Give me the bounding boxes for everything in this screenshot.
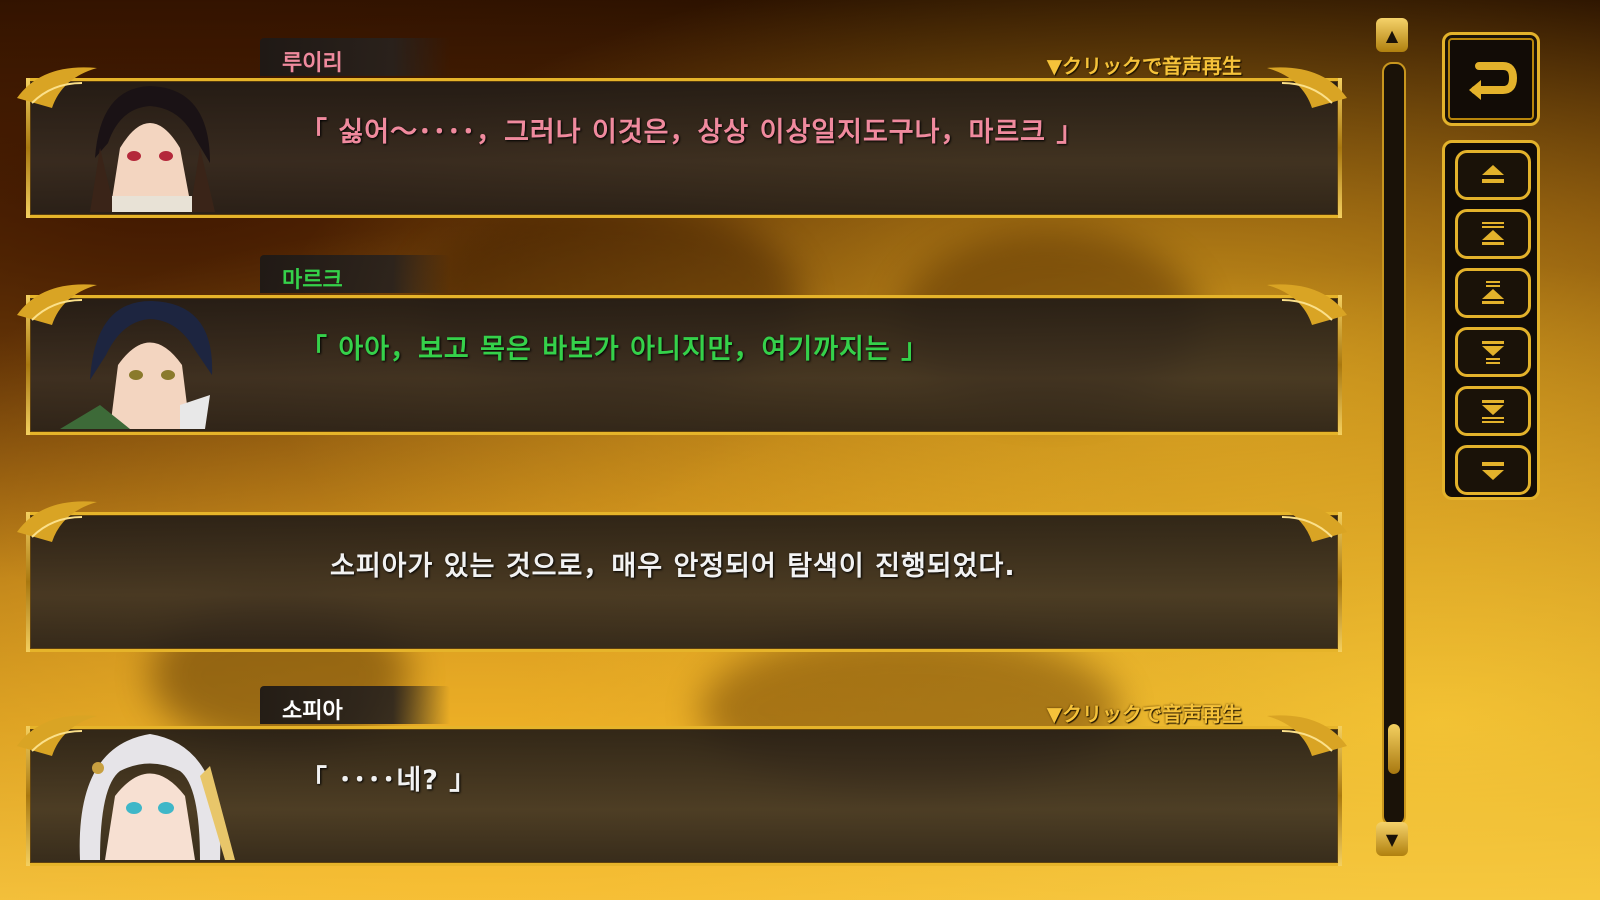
ornament-corner-icon bbox=[12, 492, 102, 552]
page-up-icon bbox=[1482, 222, 1504, 245]
line-down-button[interactable] bbox=[1455, 327, 1531, 377]
ornament-corner-icon bbox=[12, 706, 102, 766]
scroll-top-button[interactable] bbox=[1455, 150, 1531, 200]
speaker-nameplate: 마르크 bbox=[260, 255, 450, 293]
speaker-nameplate: 루이리 bbox=[260, 38, 450, 76]
speaker-name: 소피아 bbox=[282, 699, 343, 724]
return-arrow-icon bbox=[1469, 62, 1518, 100]
scroll-bottom-icon bbox=[1482, 462, 1504, 480]
scroll-bottom-button[interactable] bbox=[1455, 445, 1531, 495]
line-down-icon bbox=[1482, 341, 1504, 364]
ornament-corner-icon bbox=[12, 58, 102, 118]
ornament-corner-icon bbox=[1262, 492, 1352, 552]
scroll-thumb[interactable] bbox=[1388, 724, 1400, 774]
scroll-up-arrow-icon[interactable]: ▲ bbox=[1376, 18, 1408, 52]
ornament-corner-icon bbox=[1262, 58, 1352, 118]
dialogue-text: 「 아아，보고 목은 바보가 아니지만，여기까지는 」 bbox=[300, 334, 930, 365]
line-up-button[interactable] bbox=[1455, 268, 1531, 318]
log-navigation-panel bbox=[1442, 140, 1540, 500]
log-entry-1[interactable]: 루이리 ▼クリックで音声再生 「 싫어～････，그러나 이것은，상상 이상일지… bbox=[0, 38, 1380, 228]
voice-playback-link[interactable]: ▼クリックで音声再生 bbox=[1047, 698, 1242, 727]
log-entry-2[interactable]: 마르크 「 아아，보고 목은 바보가 아니지만，여기까지는 」 bbox=[0, 255, 1380, 445]
scroll-top-icon bbox=[1482, 165, 1504, 183]
line-up-icon bbox=[1482, 281, 1504, 304]
narration-text: 소피아가 있는 것으로，매우 안정되어 탐색이 진행되었다. bbox=[330, 551, 1016, 582]
voice-playback-link[interactable]: ▼クリックで音声再生 bbox=[1047, 50, 1242, 79]
speaker-name: 루이리 bbox=[282, 51, 343, 76]
return-button[interactable] bbox=[1442, 32, 1540, 126]
ornament-corner-icon bbox=[1262, 706, 1352, 766]
log-entry-4[interactable]: 소피아 ▼クリックで音声再生 「 ････네? 」 bbox=[0, 686, 1380, 876]
ornament-corner-icon bbox=[1262, 275, 1352, 335]
dialogue-text: 「 싫어～････，그러나 이것은，상상 이상일지도구나，마르크 」 bbox=[300, 117, 1085, 148]
log-scrollbar[interactable] bbox=[1382, 62, 1406, 826]
speaker-nameplate: 소피아 bbox=[260, 686, 450, 724]
dialogue-text: 「 ････네? 」 bbox=[300, 765, 478, 796]
page-up-button[interactable] bbox=[1455, 209, 1531, 259]
log-entry-3[interactable]: 소피아가 있는 것으로，매우 안정되어 탐색이 진행되었다. bbox=[0, 472, 1380, 662]
ornament-corner-icon bbox=[12, 275, 102, 335]
page-down-icon bbox=[1482, 400, 1504, 423]
speaker-name: 마르크 bbox=[282, 268, 343, 293]
page-down-button[interactable] bbox=[1455, 386, 1531, 436]
scroll-down-arrow-icon[interactable]: ▼ bbox=[1376, 822, 1408, 856]
